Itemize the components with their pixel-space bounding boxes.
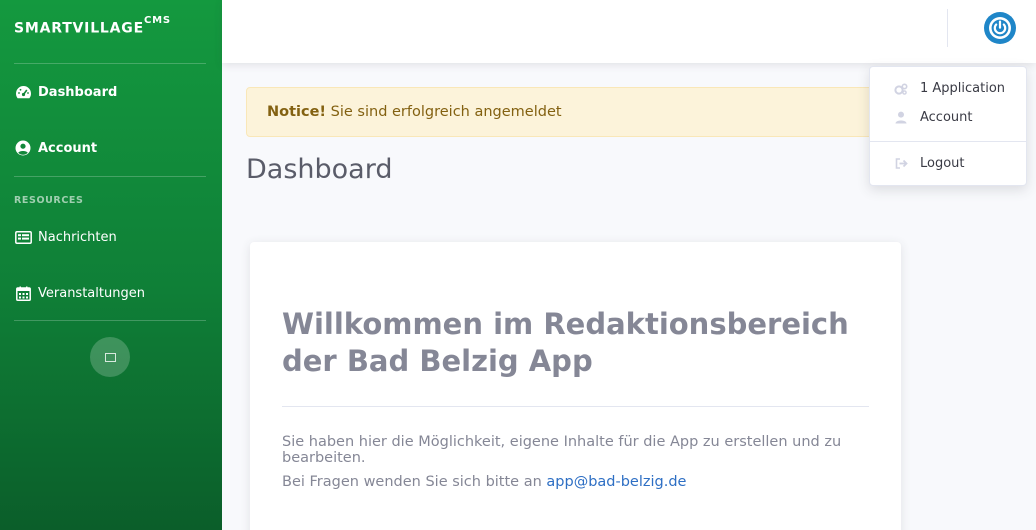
dropdown-item-applications[interactable]: 1 Application [870,81,1026,96]
dropdown-item-logout[interactable]: Logout [870,156,1026,171]
square-icon [104,352,116,362]
sidebar-item-label: Account [38,140,98,156]
user-circle-icon [14,139,32,157]
page-title: Dashboard [246,154,393,185]
user-menu-button[interactable] [984,12,1016,44]
tachometer-icon [14,83,32,101]
welcome-card: Willkommen im Redaktionsbereich der Bad … [250,242,901,530]
sidebar-item-label: Nachrichten [38,229,117,245]
contact-prefix: Bei Fragen wenden Sie sich bitte an [282,474,547,490]
sidebar-item-veranstaltungen[interactable]: Veranstaltungen [14,284,145,302]
notice-text: Sie sind erfolgreich angemeldet [330,104,562,120]
topbar-divider [947,9,948,47]
sidebar-item-label: Dashboard [38,84,118,100]
card-heading-line2: der Bad Belzig App [282,344,593,378]
cogs-icon [894,82,908,96]
dropdown-item-label: Account [920,110,973,125]
dropdown-item-label: 1 Application [920,81,1006,96]
dropdown-divider [870,141,1026,142]
sidebar-item-dashboard[interactable]: Dashboard [14,83,117,101]
sidebar-item-account[interactable]: Account [14,139,97,157]
brand-logo[interactable]: SMARTVILLAGECMS [0,0,222,63]
sidebar-divider [14,320,206,321]
sign-out-icon [894,157,908,171]
sidebar-toggle-button[interactable] [90,337,130,377]
brand-text: SMARTVILLAGE [14,20,144,37]
user-dropdown-menu: 1 Application Account Logout [869,66,1027,186]
card-paragraph: Sie haben hier die Möglichkeit, eigene I… [282,434,842,466]
card-heading: Willkommen im Redaktionsbereich der Bad … [282,306,882,380]
sidebar: SMARTVILLAGECMS Dashboard Account RESOUR… [0,0,222,530]
brand-sup: CMS [143,15,171,26]
card-paragraph-contact: Bei Fragen wenden Sie sich bitte an app@… [282,474,686,490]
sidebar-heading: RESOURCES [14,195,84,206]
dropdown-item-label: Logout [920,156,965,171]
sidebar-divider [14,176,206,177]
topbar [222,0,1036,63]
power-icon [989,17,1011,39]
sidebar-divider [14,63,206,64]
card-divider [282,406,869,407]
contact-email-link[interactable]: app@bad-belzig.de [546,474,686,490]
calendar-icon [14,284,32,302]
newspaper-icon [14,228,32,246]
sidebar-item-nachrichten[interactable]: Nachrichten [14,228,117,246]
sidebar-item-label: Veranstaltungen [38,285,145,301]
dropdown-item-account[interactable]: Account [870,110,1026,125]
notice-alert: Notice! Sie sind erfolgreich angemeldet [246,87,886,137]
card-heading-line1: Willkommen im Redaktionsbereich [282,307,849,341]
notice-title: Notice! [267,104,327,120]
user-icon [894,111,908,125]
